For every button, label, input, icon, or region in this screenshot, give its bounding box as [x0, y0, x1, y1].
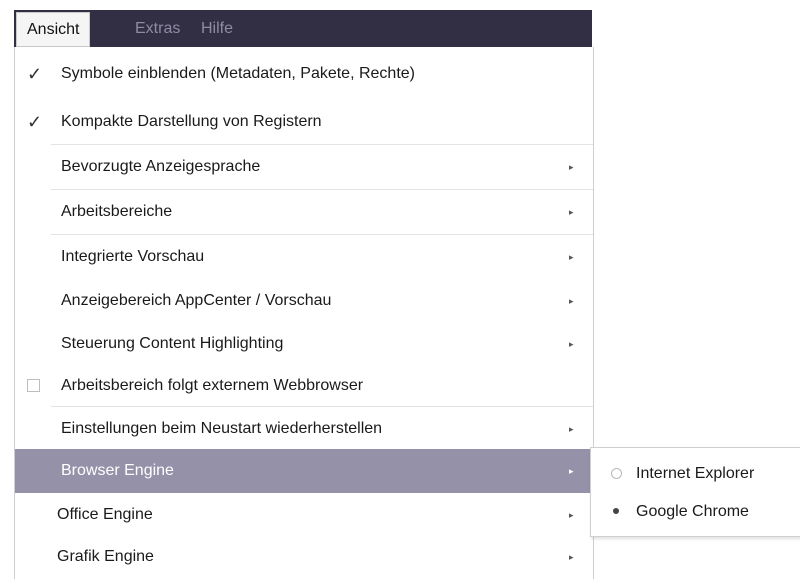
submenu-arrow-icon: ▸	[569, 252, 574, 262]
menu-item-einstellungen-neustart[interactable]: Einstellungen beim Neustart wiederherste…	[15, 407, 593, 451]
menu-item-label: Bevorzugte Anzeigesprache	[61, 158, 261, 175]
menu-item-label: Kompakte Darstellung von Registern	[61, 113, 322, 130]
checkmark-icon: ✓	[27, 112, 43, 132]
submenu-arrow-icon: ▸	[569, 296, 574, 306]
checkbox-unchecked[interactable]	[27, 379, 40, 392]
submenu-arrow-icon: ▸	[569, 424, 574, 434]
menu-item-browser-engine[interactable]: Browser Engine ▸	[15, 449, 593, 493]
menu-item-bevorzugte-anzeigesprache[interactable]: Bevorzugte Anzeigesprache ▸	[15, 145, 593, 189]
menu-item-label: Office Engine	[57, 506, 153, 523]
submenu-arrow-icon: ▸	[569, 510, 574, 520]
menu-item-label: Integrierte Vorschau	[61, 248, 205, 265]
submenu-arrow-icon: ▸	[569, 466, 574, 476]
radio-selected-icon[interactable]	[613, 508, 619, 514]
checkmark-icon: ✓	[27, 64, 43, 84]
ansicht-dropdown: ✓ Symbole einblenden (Metadaten, Pakete,…	[14, 47, 594, 579]
submenu-item-internet-explorer[interactable]: Internet Explorer	[591, 454, 800, 494]
browser-engine-submenu: Internet Explorer Google Chrome	[590, 447, 800, 537]
submenu-item-label: Internet Explorer	[636, 465, 755, 482]
radio-unselected-icon[interactable]	[611, 468, 622, 479]
submenu-item-label: Google Chrome	[636, 503, 749, 520]
submenu-arrow-icon: ▸	[569, 207, 574, 217]
menu-item-label: Einstellungen beim Neustart wiederherste…	[61, 420, 383, 437]
menu-item-steuerung-content-highlighting[interactable]: Steuerung Content Highlighting ▸	[15, 322, 593, 366]
submenu-arrow-icon: ▸	[569, 552, 574, 562]
submenu-item-google-chrome[interactable]: Google Chrome	[591, 492, 800, 532]
menu-item-label: Arbeitsbereiche	[61, 203, 173, 220]
menu-item-kompakte-darstellung[interactable]: ✓ Kompakte Darstellung von Registern	[15, 100, 593, 144]
menu-item-label: Browser Engine	[61, 462, 174, 479]
menu-item-anzeigebereich-appcenter[interactable]: Anzeigebereich AppCenter / Vorschau ▸	[15, 279, 593, 323]
menu-item-grafik-engine[interactable]: Grafik Engine ▸	[15, 535, 593, 579]
menu-item-arbeitsbereiche[interactable]: Arbeitsbereiche ▸	[15, 190, 593, 234]
menu-item-label: Anzeigebereich AppCenter / Vorschau	[61, 292, 332, 309]
menu-extras[interactable]: Extras	[135, 10, 180, 47]
menu-item-label: Grafik Engine	[57, 548, 154, 565]
menu-hilfe[interactable]: Hilfe	[201, 10, 233, 47]
menu-item-label: Steuerung Content Highlighting	[61, 335, 284, 352]
menu-ansicht[interactable]: Ansicht	[16, 12, 91, 47]
menu-item-integrierte-vorschau[interactable]: Integrierte Vorschau ▸	[15, 235, 593, 279]
submenu-arrow-icon: ▸	[569, 339, 574, 349]
menu-bar: Ansicht Extras Hilfe	[14, 10, 592, 47]
menu-item-symbole-einblenden[interactable]: ✓ Symbole einblenden (Metadaten, Pakete,…	[15, 52, 593, 96]
menu-item-label: Symbole einblenden (Metadaten, Pakete, R…	[61, 65, 415, 82]
menu-item-office-engine[interactable]: Office Engine ▸	[15, 493, 593, 537]
menu-item-label: Arbeitsbereich folgt externem Webbrowser	[61, 377, 364, 394]
submenu-arrow-icon: ▸	[569, 162, 574, 172]
menu-item-arbeitsbereich-folgt-webbrowser[interactable]: Arbeitsbereich folgt externem Webbrowser	[15, 364, 593, 408]
